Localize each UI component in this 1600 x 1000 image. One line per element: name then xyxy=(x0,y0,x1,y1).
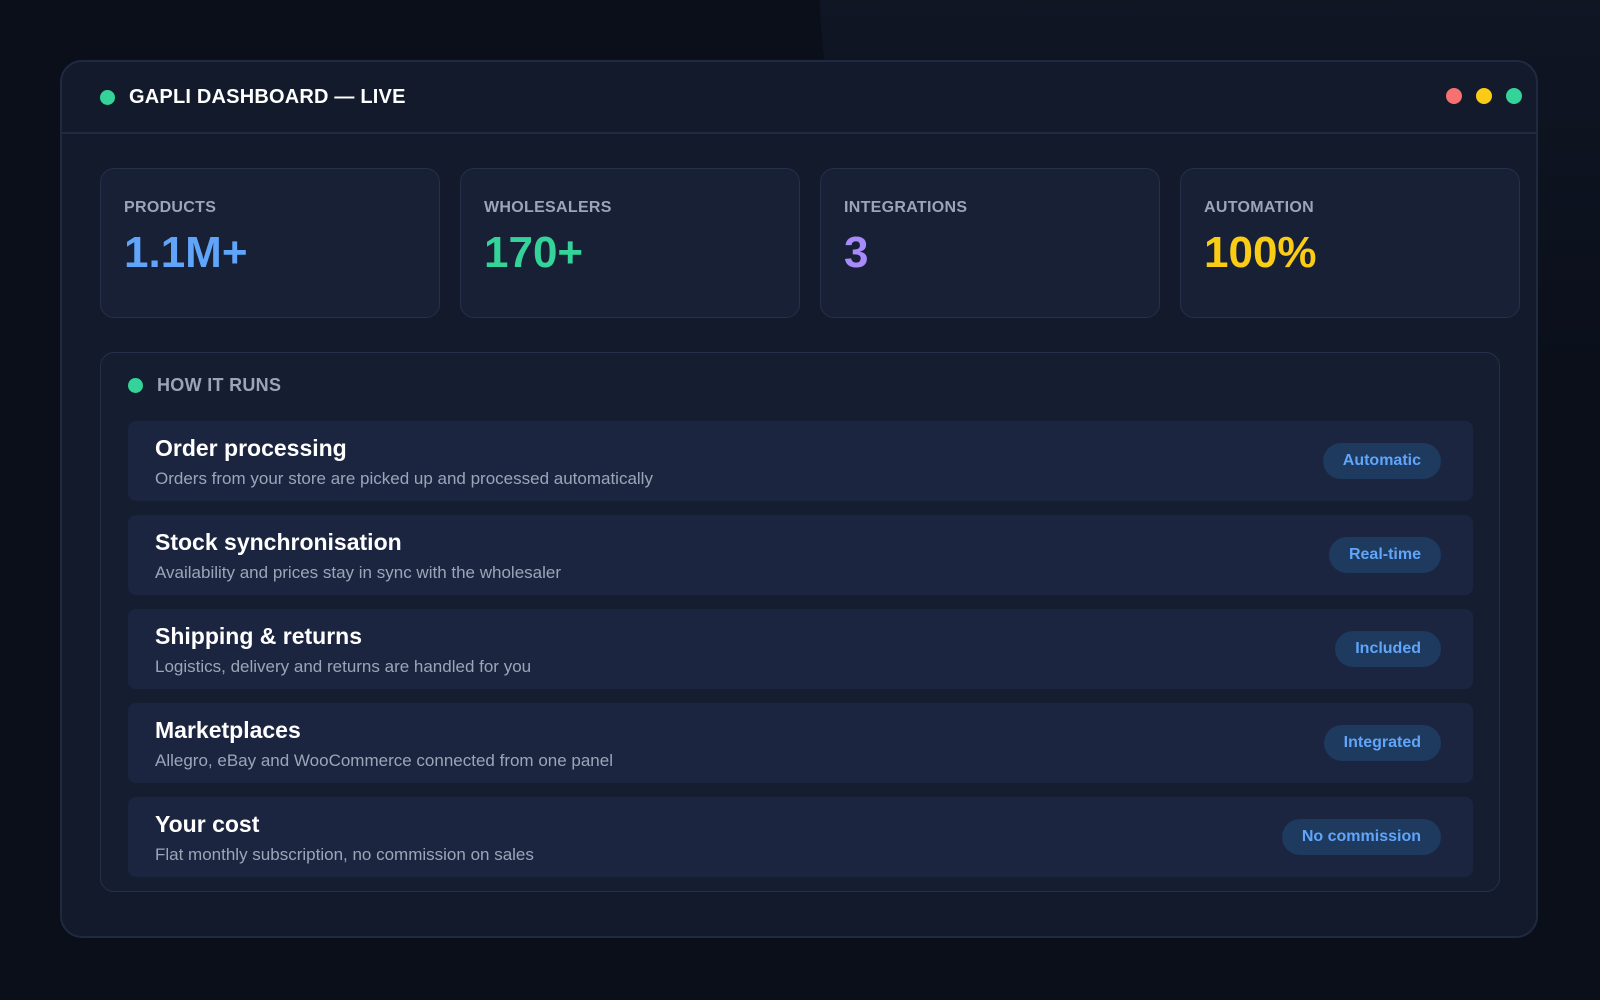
maximize-button[interactable] xyxy=(1506,88,1522,104)
process-title: Shipping & returns xyxy=(155,623,362,649)
process-title: Your cost xyxy=(155,811,260,837)
window-title: GAPLI DASHBOARD — LIVE xyxy=(129,85,406,108)
minimize-button[interactable] xyxy=(1476,88,1492,104)
process-description: Allegro, eBay and WooCommerce connected … xyxy=(155,751,613,770)
stat-value: 3 xyxy=(844,228,869,277)
process-row-shipping-returns: Shipping & returns Logistics, delivery a… xyxy=(128,609,1473,689)
process-title: Marketplaces xyxy=(155,717,301,743)
stat-label: PRODUCTS xyxy=(124,199,217,216)
process-row-marketplaces: Marketplaces Allegro, eBay and WooCommer… xyxy=(128,703,1473,783)
window-controls xyxy=(1446,88,1522,104)
stat-value: 1.1M+ xyxy=(124,228,248,277)
process-title: Stock synchronisation xyxy=(155,529,402,555)
status-badge: Integrated xyxy=(1323,725,1441,761)
stat-label: WHOLESALERS xyxy=(484,199,612,216)
stat-card-products: PRODUCTS 1.1M+ xyxy=(100,168,440,318)
status-badge: Included xyxy=(1335,631,1441,667)
stat-label: AUTOMATION xyxy=(1204,199,1314,216)
process-list: Order processing Orders from your store … xyxy=(128,421,1473,891)
status-badge: Automatic xyxy=(1322,443,1441,479)
process-row-stock-sync: Stock synchronisation Availability and p… xyxy=(128,515,1473,595)
stat-card-automation: AUTOMATION 100% xyxy=(1180,168,1520,318)
status-dot-icon xyxy=(128,378,143,393)
process-row-order-processing: Order processing Orders from your store … xyxy=(128,421,1473,501)
live-status-dot-icon xyxy=(100,89,115,105)
stat-label: INTEGRATIONS xyxy=(844,199,968,216)
status-badge: Real-time xyxy=(1328,537,1441,573)
stat-card-wholesalers: WHOLESALERS 170+ xyxy=(460,168,800,318)
status-badge: No commission xyxy=(1281,819,1441,855)
stats-row: PRODUCTS 1.1M+ WHOLESALERS 170+ INTEGRAT… xyxy=(100,168,1520,318)
panel-title: HOW IT RUNS xyxy=(157,375,282,395)
stat-value: 100% xyxy=(1204,228,1317,277)
how-it-runs-panel: HOW IT RUNS Order processing Orders from… xyxy=(100,352,1500,892)
stat-value: 170+ xyxy=(484,228,584,277)
dashboard-window: GAPLI DASHBOARD — LIVE PRODUCTS 1.1M+ WH… xyxy=(60,60,1538,938)
process-description: Orders from your store are picked up and… xyxy=(155,469,653,488)
process-row-your-cost: Your cost Flat monthly subscription, no … xyxy=(128,797,1473,877)
process-title: Order processing xyxy=(155,435,347,461)
panel-header: HOW IT RUNS xyxy=(128,375,281,396)
process-description: Logistics, delivery and returns are hand… xyxy=(155,657,532,676)
title-bar: GAPLI DASHBOARD — LIVE xyxy=(62,62,1536,134)
stat-card-integrations: INTEGRATIONS 3 xyxy=(820,168,1160,318)
close-button[interactable] xyxy=(1446,88,1462,104)
process-description: Availability and prices stay in sync wit… xyxy=(155,563,561,582)
process-description: Flat monthly subscription, no commission… xyxy=(155,845,534,864)
